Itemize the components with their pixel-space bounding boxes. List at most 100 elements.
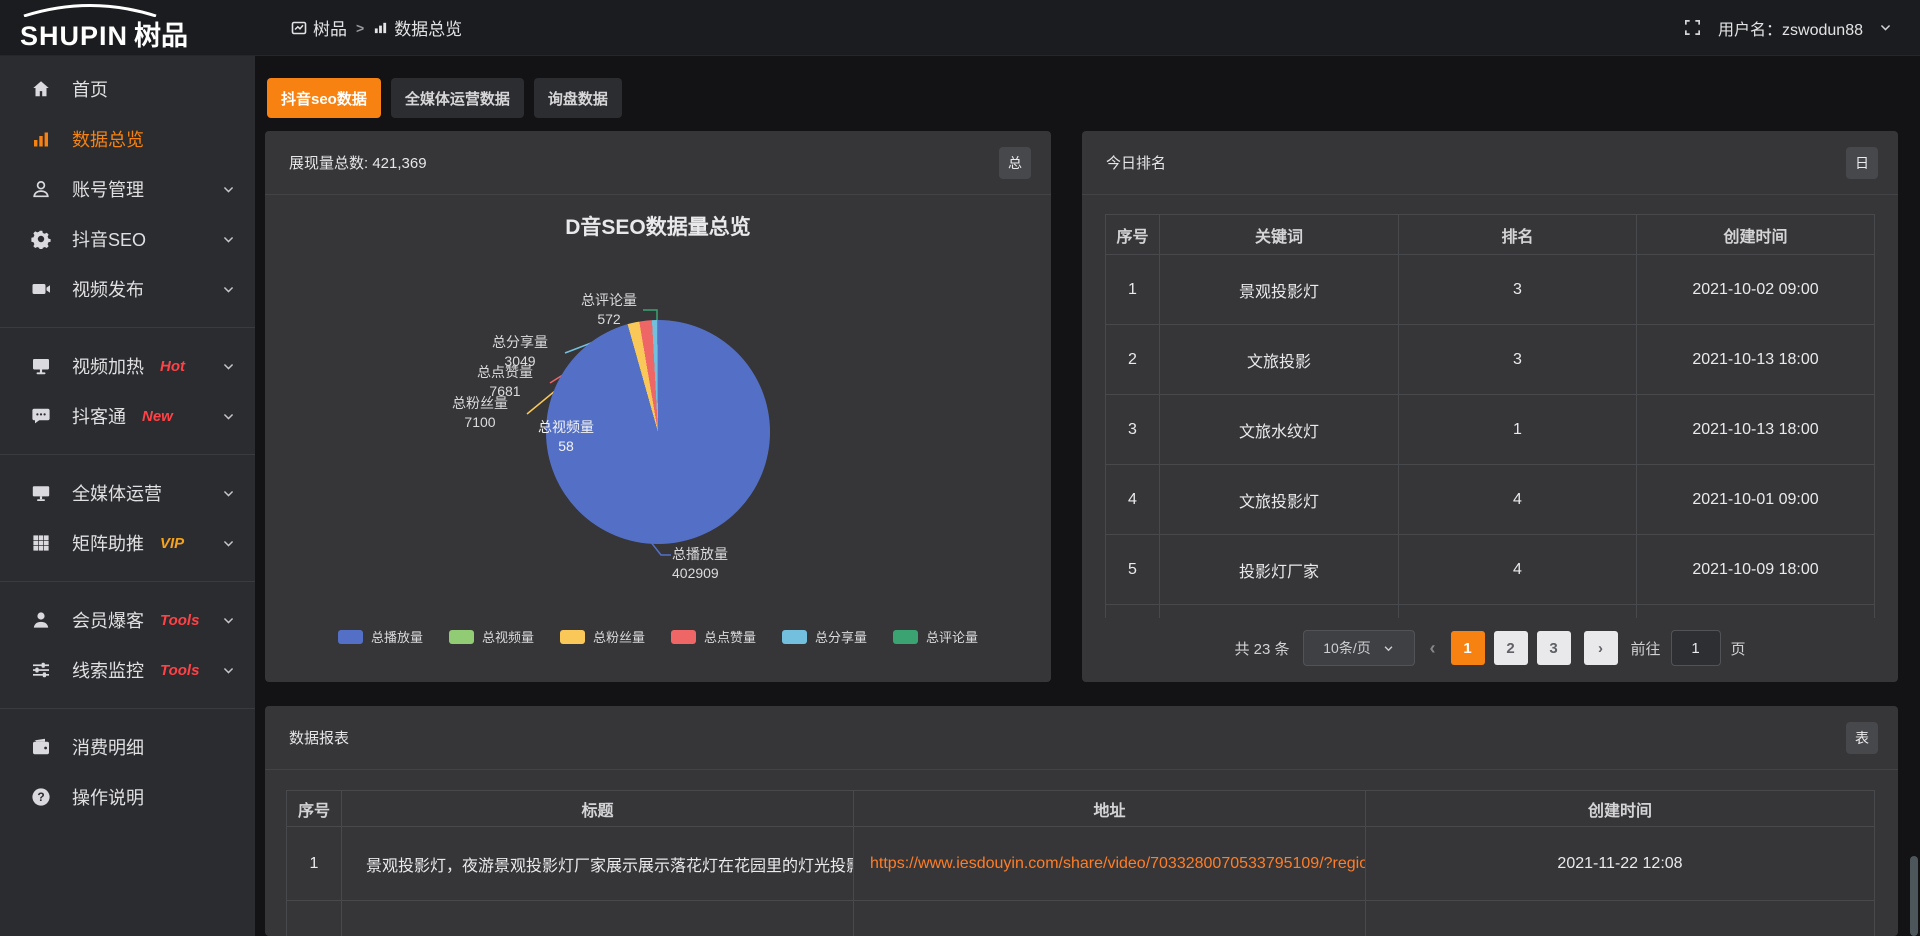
- sidebar-divider: [0, 708, 255, 709]
- page-button-3[interactable]: 3: [1537, 631, 1571, 665]
- tab-1[interactable]: 全媒体运营数据: [391, 78, 524, 118]
- legend-item[interactable]: 总视频量: [449, 627, 534, 646]
- sidebar-item-badge: Tools: [160, 662, 199, 679]
- sidebar-item-member[interactable]: 会员爆客 Tools: [0, 595, 255, 645]
- home-icon: [30, 78, 52, 100]
- pie-label-playback: 总播放量 402909: [672, 545, 782, 583]
- breadcrumb-root[interactable]: 树品: [291, 15, 347, 40]
- logo-text-en: SHUPIN: [20, 21, 128, 51]
- sidebar-item-label: 抖客通: [72, 403, 126, 429]
- legend-swatch: [338, 630, 363, 644]
- username[interactable]: 用户名：zswodun88: [1718, 16, 1863, 40]
- legend-item[interactable]: 总评论量: [893, 627, 978, 646]
- fullscreen-icon[interactable]: [1683, 18, 1702, 37]
- legend-item[interactable]: 总分享量: [782, 627, 867, 646]
- overview-corner-button[interactable]: 总: [999, 147, 1031, 179]
- sidebar-item-monitor[interactable]: 全媒体运营: [0, 468, 255, 518]
- data-source-tabs: 抖音seo数据全媒体运营数据询盘数据: [267, 78, 622, 118]
- next-page-icon[interactable]: ›: [1584, 631, 1618, 665]
- sidebar-item-badge: Tools: [160, 612, 199, 629]
- pagination-total: 共 23 条: [1234, 638, 1289, 659]
- sidebar-divider: [0, 454, 255, 455]
- logo-text-cn: 树品: [134, 21, 188, 51]
- legend-item[interactable]: 总播放量: [338, 627, 423, 646]
- tab-2[interactable]: 询盘数据: [534, 78, 622, 118]
- member-icon: [30, 609, 52, 631]
- rank-column-header: 排名: [1399, 215, 1637, 255]
- sidebar-item-label: 矩阵助推: [72, 530, 144, 556]
- goto-page-input[interactable]: [1671, 630, 1721, 666]
- sidebar-item-user[interactable]: 账号管理: [0, 164, 255, 214]
- table-row-partial: [1106, 605, 1875, 618]
- app-logo: SHUPIN树品: [0, 0, 255, 56]
- sidebar-item-video-publish[interactable]: 视频发布: [0, 264, 255, 314]
- bar-chart-icon: [30, 128, 52, 150]
- chevron-down-icon: [1383, 643, 1394, 654]
- sidebar-item-label: 账号管理: [72, 176, 144, 202]
- sidebar-item-sliders[interactable]: 线索监控 Tools: [0, 645, 255, 695]
- rank-corner-button[interactable]: 日: [1846, 147, 1878, 179]
- sidebar-item-wallet[interactable]: 消费明细: [0, 722, 255, 772]
- legend-item[interactable]: 总点赞量: [671, 627, 756, 646]
- rank-panel: 今日排名 日 序号关键词排名创建时间 1景观投影灯32021-10-02 09:…: [1082, 131, 1898, 682]
- rank-column-header: 序号: [1106, 215, 1160, 255]
- page-button-2[interactable]: 2: [1494, 631, 1528, 665]
- sidebar-item-label: 会员爆客: [72, 607, 144, 633]
- main-content: 抖音seo数据全媒体运营数据询盘数据 展现量总数: 421,369 总 D音SE…: [255, 56, 1920, 936]
- sidebar-item-label: 线索监控: [72, 657, 144, 683]
- report-panel: 数据报表 表 序号标题地址创建时间 1景观投影灯，夜游景观投影灯厂家展示展示落花…: [265, 706, 1898, 936]
- chevron-down-icon: [222, 360, 235, 373]
- rank-table: 序号关键词排名创建时间 1景观投影灯32021-10-02 09:002文旅投影…: [1105, 214, 1875, 618]
- table-row: 2文旅投影32021-10-13 18:00: [1106, 325, 1875, 395]
- top-bar: SHUPIN树品 树品 > 数据总览 用户名：zswodun88: [0, 0, 1920, 56]
- pagination: 共 23 条 10条/页 ‹ 123 › 前往 页: [1082, 630, 1898, 666]
- chevron-down-icon: [222, 283, 235, 296]
- breadcrumb: 树品 > 数据总览: [291, 15, 462, 40]
- chevron-down-icon: [222, 537, 235, 550]
- sidebar-item-bar-chart[interactable]: 数据总览: [0, 114, 255, 164]
- screen-heat-icon: [30, 355, 52, 377]
- sidebar-item-question[interactable]: ?操作说明: [0, 772, 255, 822]
- user-icon: [30, 178, 52, 200]
- sidebar-item-gear[interactable]: 抖音SEO: [0, 214, 255, 264]
- chat-icon: [30, 405, 52, 427]
- report-corner-button[interactable]: 表: [1846, 722, 1878, 754]
- wallet-icon: [30, 736, 52, 758]
- sidebar-item-label: 消费明细: [72, 734, 144, 760]
- sidebar-item-grid[interactable]: 矩阵助推VIP: [0, 518, 255, 568]
- pie-chart-title: D音SEO数据量总览: [265, 211, 1051, 241]
- chevron-down-icon: [222, 410, 235, 423]
- video-publish-icon: [30, 278, 52, 300]
- rank-column-header: 关键词: [1160, 215, 1399, 255]
- grid-icon: [30, 532, 52, 554]
- svg-text:?: ?: [37, 790, 44, 804]
- report-column-header: 创建时间: [1366, 791, 1875, 827]
- table-row: 1景观投影灯，夜游景观投影灯厂家展示展示落花灯在花园里的灯光投影应用效果 #ht…: [287, 827, 1875, 901]
- report-column-header: 序号: [287, 791, 342, 827]
- legend-item[interactable]: 总粉丝量: [560, 627, 645, 646]
- sidebar-item-home[interactable]: 首页: [0, 64, 255, 114]
- sidebar-item-screen-heat[interactable]: 视频加热Hot: [0, 341, 255, 391]
- sidebar-item-label: 全媒体运营: [72, 480, 162, 506]
- sliders-icon: [30, 659, 52, 681]
- overview-panel: 展现量总数: 421,369 总 D音SEO数据量总览 总评论量 572 总分享…: [265, 131, 1051, 682]
- page-size-select[interactable]: 10条/页: [1303, 630, 1415, 666]
- pie-label-fans: 总粉丝量 7100: [435, 394, 525, 432]
- chevron-down-icon: [222, 183, 235, 196]
- tab-0[interactable]: 抖音seo数据: [267, 78, 381, 118]
- sidebar-item-chat[interactable]: 抖客通New: [0, 391, 255, 441]
- sidebar-item-label: 抖音SEO: [72, 226, 146, 252]
- chevron-down-icon: [222, 487, 235, 500]
- legend-swatch: [449, 630, 474, 644]
- breadcrumb-current[interactable]: 数据总览: [373, 15, 462, 40]
- scrollbar-thumb[interactable]: [1910, 856, 1918, 936]
- chevron-down-icon[interactable]: [1879, 21, 1892, 34]
- sidebar: 首页数据总览账号管理抖音SEO 视频发布视频加热Hot抖客通New 全媒体运营矩阵助…: [0, 56, 255, 936]
- table-row: 1景观投影灯32021-10-02 09:00: [1106, 255, 1875, 325]
- pie-legend: 总播放量 总视频量 总粉丝量 总点赞量 总分享量 总评论量: [265, 627, 1051, 646]
- prev-page-icon[interactable]: ‹: [1428, 638, 1438, 659]
- table-row: 3文旅水纹灯12021-10-13 18:00: [1106, 395, 1875, 465]
- page-button-1[interactable]: 1: [1451, 631, 1485, 665]
- report-url-link[interactable]: https://www.iesdouyin.com/share/video/70…: [854, 827, 1366, 901]
- legend-swatch: [893, 630, 918, 644]
